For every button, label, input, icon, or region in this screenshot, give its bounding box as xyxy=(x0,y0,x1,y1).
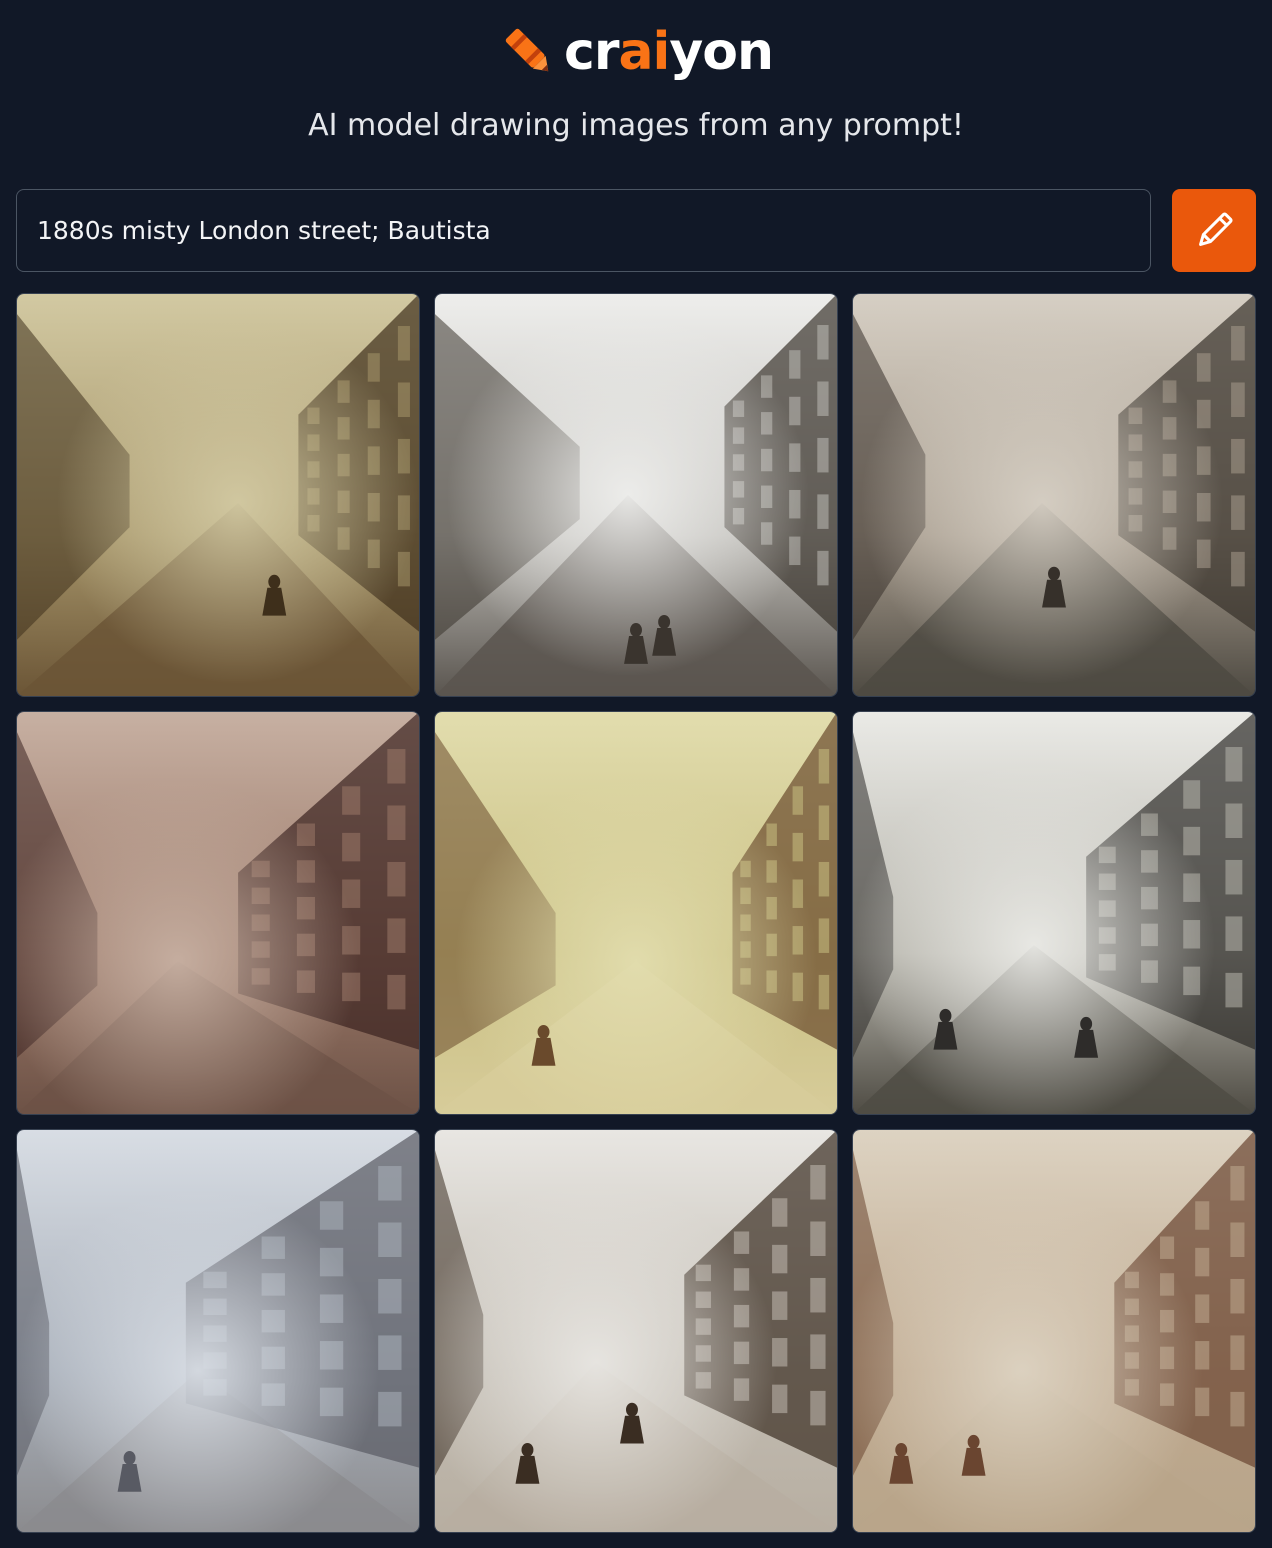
result-image[interactable] xyxy=(434,1129,838,1533)
result-image[interactable] xyxy=(434,293,838,697)
result-image[interactable] xyxy=(434,711,838,1115)
result-image-scene xyxy=(17,712,419,1114)
brand-name-suffix: yon xyxy=(669,22,774,82)
result-image[interactable] xyxy=(852,711,1256,1115)
result-image-scene xyxy=(435,712,837,1114)
logo[interactable]: craiyon xyxy=(500,20,774,84)
header: craiyon AI model drawing images from any… xyxy=(0,0,1272,170)
result-image-scene xyxy=(435,1130,837,1532)
result-image-scene xyxy=(435,294,837,696)
brand-name: craiyon xyxy=(564,20,774,84)
result-image-scene xyxy=(17,1130,419,1532)
crayon-icon xyxy=(505,28,549,72)
result-image-scene xyxy=(853,712,1255,1114)
tagline: AI model drawing images from any prompt! xyxy=(308,108,964,143)
result-image[interactable] xyxy=(852,1129,1256,1533)
result-image-scene xyxy=(17,294,419,696)
result-image[interactable] xyxy=(852,293,1256,697)
result-image-scene xyxy=(853,294,1255,696)
prompt-input[interactable] xyxy=(16,189,1151,272)
brand-name-prefix: cr xyxy=(564,22,619,82)
result-image[interactable] xyxy=(16,1129,420,1533)
results-grid xyxy=(16,293,1256,1533)
pencil-icon xyxy=(1199,211,1233,246)
result-image-scene xyxy=(853,1130,1255,1532)
result-image[interactable] xyxy=(16,711,420,1115)
draw-button[interactable] xyxy=(1172,189,1256,272)
result-image[interactable] xyxy=(16,293,420,697)
brand-name-accent: ai xyxy=(618,22,670,82)
